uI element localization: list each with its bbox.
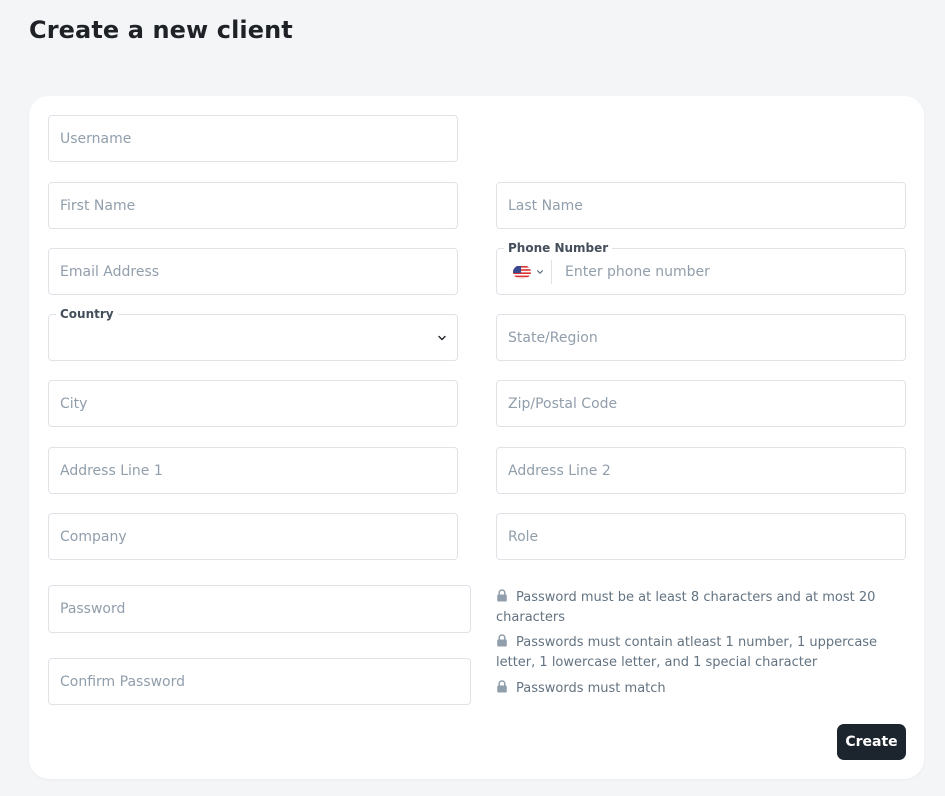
us-flag-icon (513, 265, 531, 279)
state-input[interactable] (497, 315, 905, 360)
username-field (48, 115, 458, 162)
password-rule-complexity: Passwords must contain atleast 1 number,… (496, 633, 896, 673)
address-line-2-input[interactable] (497, 448, 905, 493)
client-form-card: Phone Number Country (29, 96, 924, 779)
password-rule-text: Password must be at least 8 characters a… (496, 590, 876, 625)
country-select[interactable]: Country (48, 306, 458, 361)
city-input[interactable] (49, 381, 457, 426)
company-input[interactable] (49, 514, 457, 559)
role-input[interactable] (497, 514, 905, 559)
last-name-input[interactable] (497, 183, 905, 228)
zip-input[interactable] (497, 381, 905, 426)
password-field (48, 585, 471, 633)
lock-icon (497, 680, 507, 693)
password-rule-text: Passwords must contain atleast 1 number,… (496, 635, 878, 670)
password-rule-match: Passwords must match (496, 679, 896, 699)
username-input[interactable] (49, 116, 457, 161)
email-field (48, 248, 458, 295)
lock-icon (497, 589, 507, 602)
phone-field: Phone Number (496, 240, 906, 295)
address-line-1-input[interactable] (49, 448, 457, 493)
address-line-1-field (48, 447, 458, 494)
password-input[interactable] (49, 586, 470, 632)
country-code-selector[interactable] (513, 263, 544, 281)
page-title: Create a new client (29, 16, 293, 44)
company-field (48, 513, 458, 560)
phone-divider (551, 260, 552, 284)
password-rule-text: Passwords must match (516, 681, 666, 696)
phone-input[interactable] (554, 249, 905, 294)
create-button[interactable]: Create (837, 724, 906, 760)
country-label: Country (56, 306, 118, 322)
city-field (48, 380, 458, 427)
email-input[interactable] (49, 249, 457, 294)
password-rule-length: Password must be at least 8 characters a… (496, 588, 896, 628)
lock-icon (497, 634, 507, 647)
state-field (496, 314, 906, 361)
address-line-2-field (496, 447, 906, 494)
role-field (496, 513, 906, 560)
last-name-field (496, 182, 906, 229)
first-name-field (48, 182, 458, 229)
confirm-password-input[interactable] (49, 659, 470, 704)
first-name-input[interactable] (49, 183, 457, 228)
confirm-password-field (48, 658, 471, 705)
chevron-down-icon (537, 270, 543, 274)
zip-field (496, 380, 906, 427)
chevron-down-icon (438, 335, 446, 341)
